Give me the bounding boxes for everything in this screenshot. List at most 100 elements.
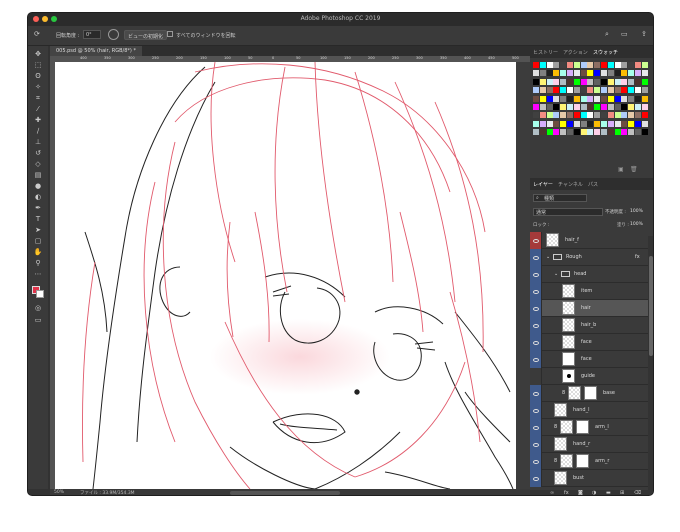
color-swatch[interactable] [594, 87, 601, 94]
color-swatch[interactable] [628, 120, 635, 127]
color-swatch[interactable] [607, 95, 614, 102]
tab-paths[interactable]: パス [588, 181, 598, 188]
color-swatch[interactable] [546, 70, 553, 77]
visibility-eye-icon[interactable] [530, 232, 542, 249]
visibility-eye-icon[interactable] [530, 453, 542, 470]
color-swatch[interactable] [587, 87, 594, 94]
color-swatch[interactable] [594, 78, 601, 85]
color-swatch[interactable] [641, 104, 648, 110]
color-swatch[interactable] [587, 62, 594, 68]
dodge-icon[interactable]: ◐ [32, 193, 44, 202]
color-swatch[interactable] [621, 87, 628, 94]
color-swatch[interactable] [614, 95, 621, 102]
color-swatch[interactable] [607, 129, 614, 136]
color-swatch[interactable] [580, 112, 587, 119]
color-swatch[interactable] [628, 62, 635, 68]
color-swatch[interactable] [601, 78, 607, 85]
color-swatch[interactable] [614, 62, 621, 68]
color-swatch[interactable] [635, 62, 641, 68]
color-swatch[interactable] [573, 78, 580, 85]
color-swatch[interactable] [621, 112, 628, 119]
color-swatch[interactable] [553, 120, 560, 127]
color-swatch[interactable] [567, 78, 573, 85]
color-swatch[interactable] [567, 104, 573, 110]
layer-row[interactable]: item [530, 283, 648, 300]
color-swatch[interactable] [594, 62, 601, 68]
color-swatch[interactable] [621, 104, 628, 110]
color-swatch[interactable] [533, 112, 539, 119]
color-swatch[interactable] [533, 104, 539, 110]
color-swatch[interactable] [628, 129, 635, 136]
color-swatch[interactable] [607, 120, 614, 127]
color-swatch[interactable] [635, 120, 641, 127]
document-tab[interactable]: 005.psd @ 50% (hair, RGB/8*) * [50, 46, 142, 56]
color-swatch[interactable] [546, 87, 553, 94]
color-swatch[interactable] [635, 87, 641, 94]
color-swatch[interactable] [533, 70, 539, 77]
color-swatch[interactable] [601, 129, 607, 136]
color-swatch[interactable] [580, 120, 587, 127]
color-swatch[interactable] [641, 120, 648, 127]
color-swatch[interactable] [607, 70, 614, 77]
color-swatch[interactable] [641, 62, 648, 68]
visibility-eye-icon[interactable] [530, 419, 542, 436]
layer-row[interactable]: ⌄ Rough fx [530, 249, 648, 266]
color-swatch[interactable] [546, 95, 553, 102]
color-swatch[interactable] [635, 70, 641, 77]
stamp-icon[interactable]: ⊥ [32, 138, 44, 147]
color-swatch[interactable] [587, 78, 594, 85]
healing-icon[interactable]: ✚ [32, 116, 44, 125]
quick-mask-icon[interactable]: ◎ [32, 304, 44, 313]
layer-row[interactable]: ⌄ head [530, 266, 648, 283]
layers-scrollbar[interactable] [648, 236, 653, 490]
layer-row[interactable]: bust [530, 470, 648, 487]
color-swatch[interactable] [567, 70, 573, 77]
crop-icon[interactable]: ⌗ [32, 94, 44, 103]
share-icon[interactable]: ⇪ [641, 30, 647, 38]
color-swatch[interactable] [628, 104, 635, 110]
path-select-icon[interactable]: ➤ [32, 226, 44, 235]
color-swatch[interactable] [539, 129, 546, 136]
mask-thumbnail[interactable] [584, 386, 597, 400]
color-swatch[interactable] [641, 87, 648, 94]
new-swatch-icon[interactable]: ▣ [618, 166, 624, 173]
color-swatch[interactable] [621, 62, 628, 68]
layer-row[interactable]: face [530, 351, 648, 368]
tab-history[interactable]: ヒストリー [533, 49, 558, 56]
type-icon[interactable]: T [32, 215, 44, 224]
color-swatch[interactable] [635, 95, 641, 102]
swatch-grid[interactable] [533, 62, 648, 142]
color-swatch[interactable] [594, 104, 601, 110]
color-swatch[interactable] [580, 78, 587, 85]
move-icon[interactable]: ✥ [32, 50, 44, 59]
color-swatch[interactable] [533, 129, 539, 136]
color-swatch[interactable] [553, 87, 560, 94]
color-swatch[interactable] [621, 70, 628, 77]
layer-row[interactable]: hair_f [530, 232, 648, 249]
color-swatch[interactable] [635, 104, 641, 110]
color-swatch[interactable] [621, 95, 628, 102]
color-swatch[interactable] [607, 104, 614, 110]
color-swatch[interactable] [560, 70, 567, 77]
layer-row[interactable]: hair_b [530, 317, 648, 334]
color-swatch[interactable] [533, 87, 539, 94]
color-swatch[interactable] [560, 87, 567, 94]
gradient-icon[interactable]: ▤ [32, 171, 44, 180]
color-swatch[interactable] [553, 112, 560, 119]
color-swatch[interactable] [573, 62, 580, 68]
chevron-down-icon[interactable]: ⌄ [546, 254, 550, 260]
color-swatch[interactable] [546, 104, 553, 110]
color-swatch[interactable] [546, 62, 553, 68]
color-swatch[interactable] [601, 112, 607, 119]
color-swatch[interactable] [601, 120, 607, 127]
delete-layer-icon[interactable]: ⌫ [634, 490, 641, 495]
fx-icon[interactable]: fx [564, 490, 569, 495]
color-swatch[interactable] [628, 95, 635, 102]
color-swatch[interactable] [641, 70, 648, 77]
reset-view-button[interactable]: ビューの初期化 [124, 30, 168, 40]
eyedropper-icon[interactable]: ⁄ [32, 105, 44, 114]
color-swatch[interactable] [601, 104, 607, 110]
visibility-eye-icon[interactable] [530, 266, 542, 283]
search-icon[interactable]: ⌕ [605, 30, 609, 39]
color-swatch[interactable] [614, 112, 621, 119]
